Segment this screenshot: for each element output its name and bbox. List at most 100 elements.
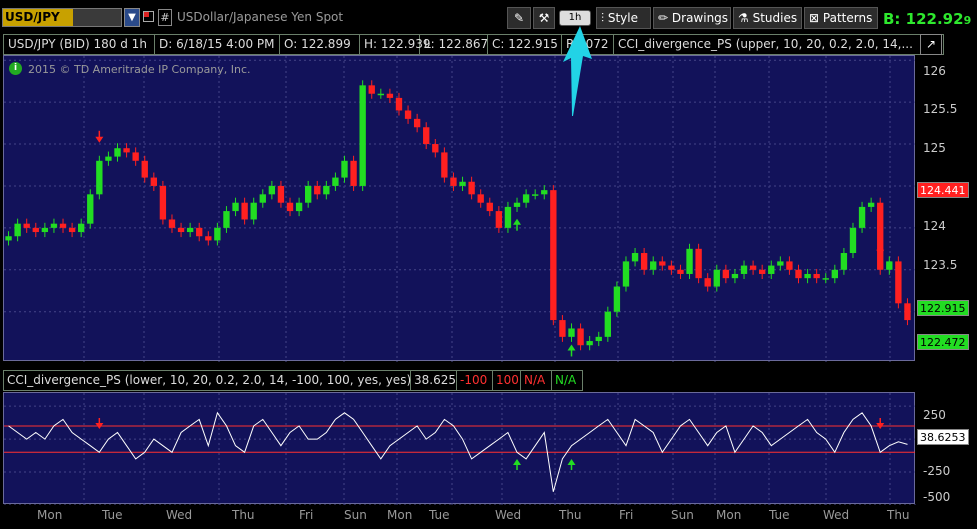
- upper-study-label[interactable]: CCI_divergence_PS (upper, 10, 20, 0.2, 2…: [614, 35, 920, 54]
- candle-body: [541, 190, 548, 195]
- cci-tick: 250: [923, 408, 946, 422]
- price-chart-panel[interactable]: [3, 55, 916, 362]
- candle-body: [559, 320, 566, 337]
- candle-body: [713, 269, 720, 287]
- candle-body: [186, 227, 194, 233]
- symbol-link-icon[interactable]: [143, 11, 154, 22]
- candle-body: [413, 118, 421, 128]
- candle-body: [577, 328, 584, 346]
- info-icon[interactable]: i: [9, 62, 22, 75]
- candle-body: [877, 202, 884, 270]
- candle-body: [5, 236, 12, 241]
- candle-body: [668, 265, 675, 270]
- date-value: D: 6/18/15 4:00 PM: [155, 35, 280, 54]
- studies-button[interactable]: ⚗ Studies: [733, 7, 802, 29]
- settings-button[interactable]: ⚒: [533, 7, 555, 29]
- candle-body: [386, 93, 394, 98]
- pencil-cursor-icon: ✎: [513, 11, 525, 25]
- candle-body: [159, 185, 167, 220]
- aggregation-button[interactable]: 1h: [559, 10, 591, 26]
- symbol-dropdown-button[interactable]: ▼: [124, 8, 140, 27]
- candle-body: [759, 269, 766, 274]
- price-tick: 125: [923, 141, 946, 155]
- hash-button[interactable]: #: [158, 9, 172, 26]
- candle-body: [604, 311, 611, 337]
- candle-body: [423, 127, 430, 145]
- time-axis-label: Mon: [716, 508, 742, 522]
- candle-body: [323, 185, 330, 195]
- bid-label: B:: [883, 10, 901, 28]
- neg100-level: -100: [457, 371, 493, 390]
- candle-body: [232, 202, 239, 212]
- candle-body: [686, 248, 693, 274]
- candle-body: [41, 227, 49, 233]
- drawing-tools-button[interactable]: ✎: [507, 7, 531, 29]
- price-axis[interactable]: 126 125.5 125 124 123.5 124.441 122.915 …: [915, 55, 977, 361]
- candle-body: [550, 190, 557, 321]
- price-tag-high: 124.441: [917, 182, 969, 198]
- candle-body: [223, 211, 230, 228]
- candle-body: [277, 185, 285, 203]
- open-value: O: 122.899: [280, 35, 360, 54]
- candle-body: [59, 223, 67, 228]
- symbol-text[interactable]: USD/JPY: [3, 9, 73, 26]
- cci-chart-svg[interactable]: [4, 393, 916, 505]
- candle-body: [568, 328, 575, 337]
- candle-body: [341, 160, 348, 178]
- candle-body: [368, 85, 375, 94]
- wrench-icon: ⚒: [538, 11, 550, 25]
- candle-body: [241, 202, 248, 220]
- candle-body: [768, 265, 775, 274]
- na-red: N/A: [521, 371, 552, 390]
- symbol-field[interactable]: USD/JPY: [2, 8, 122, 27]
- candle-body: [659, 261, 666, 266]
- candle-body: [441, 152, 448, 178]
- patterns-button[interactable]: ⊠ Patterns: [804, 7, 878, 29]
- cci-value: 38.625: [411, 371, 457, 390]
- candle-body: [622, 261, 630, 287]
- time-axis-label: Thu: [232, 508, 255, 522]
- instrument-label[interactable]: USD/JPY (BID) 180 d 1h: [4, 35, 155, 54]
- cci-arrow-up: [513, 459, 522, 465]
- time-axis-label: Mon: [387, 508, 413, 522]
- cci-current-tag: 38.6253: [917, 429, 969, 445]
- candle-body: [650, 261, 657, 270]
- bid-price: B: 122.929: [883, 10, 971, 28]
- candle-body: [196, 227, 203, 237]
- time-axis-label: Thu: [887, 508, 910, 522]
- candle-body: [704, 278, 711, 287]
- candle-body: [468, 181, 475, 195]
- style-button[interactable]: ⫶ Style: [596, 7, 651, 29]
- time-axis-label: Tue: [429, 508, 450, 522]
- candle-body: [786, 261, 793, 270]
- bid-frac: 9: [963, 14, 972, 27]
- drawings-button[interactable]: ✏ Drawings: [653, 7, 731, 29]
- candle-body: [486, 202, 493, 212]
- candle-body: [731, 273, 739, 279]
- candle-body: [105, 156, 112, 161]
- time-axis-label: Fri: [299, 508, 314, 522]
- candle-body: [504, 206, 512, 228]
- price-chart-svg[interactable]: [4, 56, 916, 362]
- drawings-label: Drawings: [671, 11, 729, 25]
- candle-body: [395, 97, 403, 111]
- candle-body: [749, 265, 757, 270]
- chart-config-button[interactable]: ↗: [920, 34, 942, 55]
- lower-study-bar: CCI_divergence_PS (lower, 10, 20, 0.2, 2…: [3, 370, 583, 391]
- candle-body: [831, 269, 838, 279]
- candle-body: [586, 341, 593, 346]
- candle-body: [114, 148, 121, 157]
- time-axis[interactable]: Mon Tue Wed Thu Fri Sun Mon Tue Wed Thu Fri Sun Mon T…: [3, 505, 977, 529]
- cci-axis[interactable]: 250 38.6253 -250 -500: [915, 392, 977, 504]
- candle-body: [214, 227, 221, 241]
- cci-chart-panel[interactable]: [3, 392, 916, 505]
- lower-study-label[interactable]: CCI_divergence_PS (lower, 10, 20, 0.2, 2…: [4, 371, 411, 390]
- cci-arrow-up: [567, 459, 576, 465]
- time-axis-label: Wed: [495, 508, 522, 522]
- candle-body: [513, 202, 521, 207]
- high-value: H: 122.939: [360, 35, 431, 54]
- candle-body: [804, 273, 811, 279]
- studies-label: Studies: [752, 11, 798, 25]
- candle-body: [250, 202, 257, 220]
- candle-body: [886, 261, 893, 270]
